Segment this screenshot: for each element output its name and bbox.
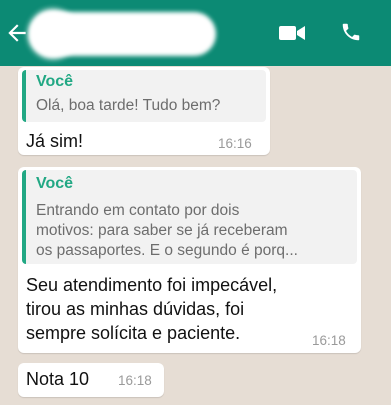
message-text-line: tirou as minhas dúvidas, foi — [26, 299, 245, 319]
quoted-text-line: os passaportes. E o segundo é porq... — [36, 242, 298, 259]
quoted-message[interactable]: Você Olá, boa tarde! Tudo bem? — [22, 70, 266, 122]
message-text-line: sempre solícita e paciente. — [26, 323, 241, 343]
quoted-text: Olá, boa tarde! Tudo bem? — [36, 97, 221, 114]
video-call-icon[interactable] — [278, 23, 306, 43]
message-text-line: Seu atendimento foi impecável, — [26, 275, 278, 295]
message-time: 16:18 — [118, 373, 152, 388]
phone-call-icon[interactable] — [340, 20, 362, 44]
message-bubble[interactable]: Você Entrando em contato por dois motivo… — [18, 167, 361, 353]
quoted-text-line: Entrando em contato por dois — [36, 202, 240, 219]
message-bubble[interactable]: Você Olá, boa tarde! Tudo bem? Já sim! 1… — [18, 67, 270, 155]
quoted-message[interactable]: Você Entrando em contato por dois motivo… — [22, 170, 357, 264]
chat-header — [0, 0, 391, 66]
message-time: 16:16 — [218, 136, 252, 151]
quoted-author: Você — [36, 73, 74, 90]
quoted-author: Você — [36, 175, 74, 192]
quoted-text-line: motivos: para saber se já receberam — [36, 222, 288, 239]
message-time: 16:18 — [312, 333, 346, 348]
avatar[interactable] — [28, 9, 78, 59]
chat-area[interactable]: Você Olá, boa tarde! Tudo bem? Já sim! 1… — [0, 66, 391, 405]
back-arrow-icon[interactable] — [4, 20, 30, 46]
message-bubble[interactable]: Nota 10 16:18 — [18, 363, 164, 397]
message-text: Já sim! — [26, 131, 84, 151]
message-text: Nota 10 — [26, 369, 90, 389]
